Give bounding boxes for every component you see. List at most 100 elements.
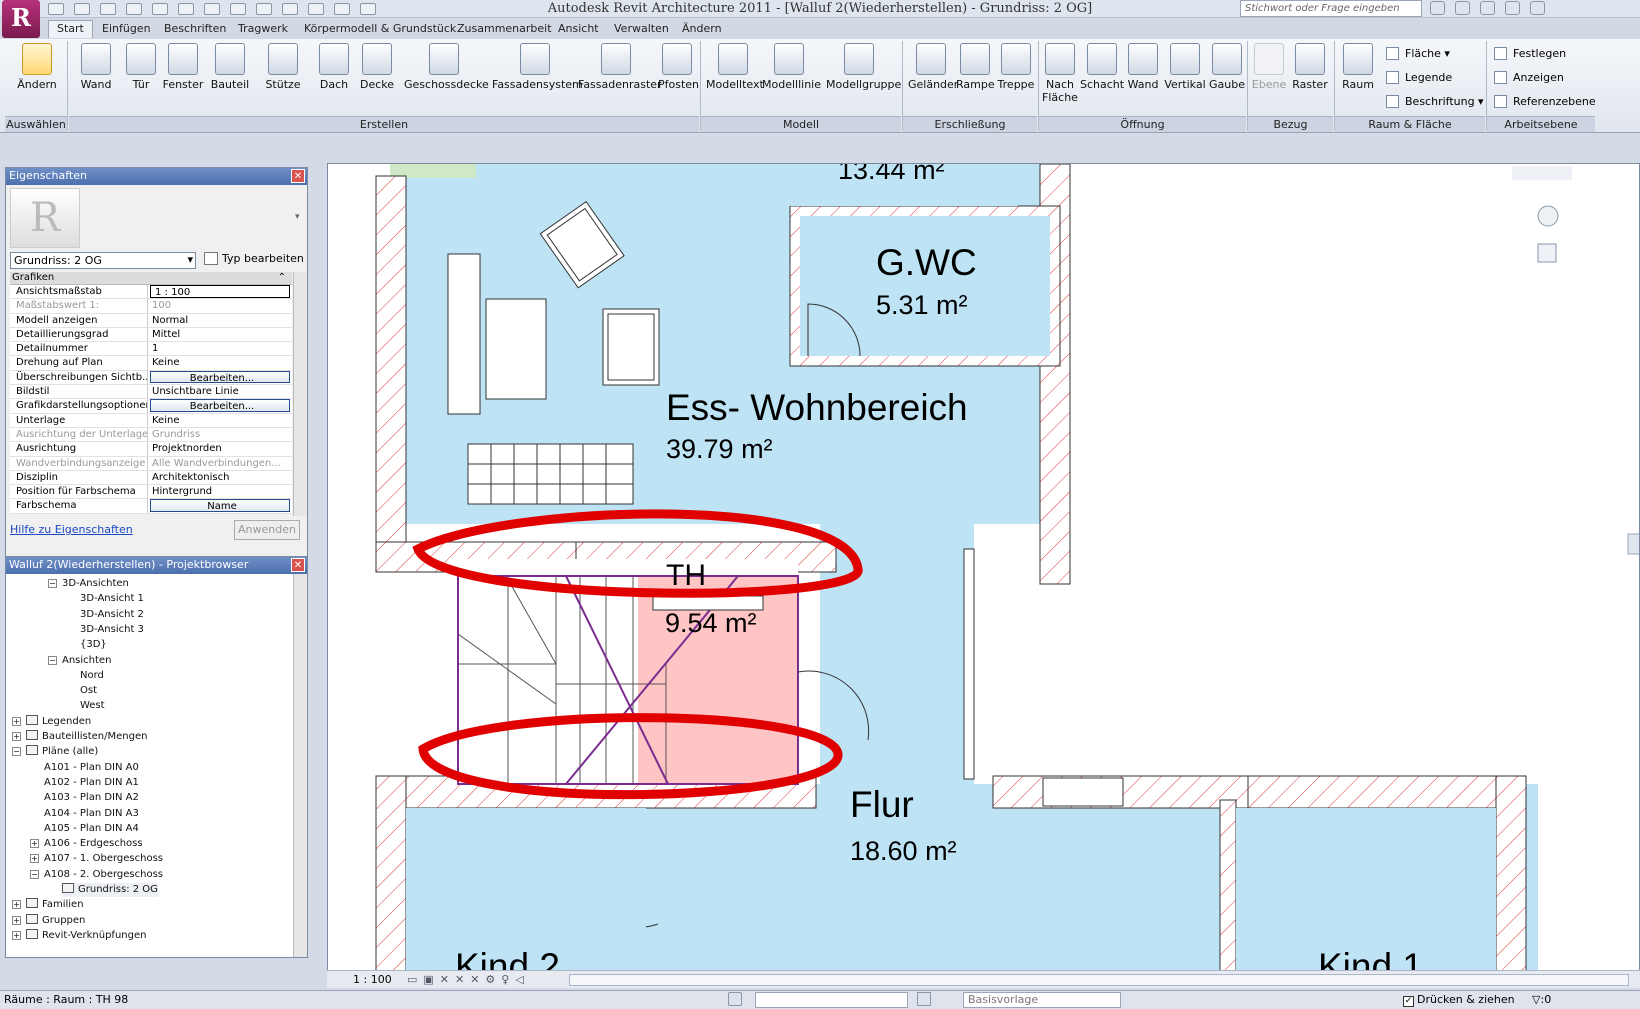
curtain-grid-button[interactable]: Fassadenraster: [578, 43, 662, 91]
property-row[interactable]: Unterlage Keine: [10, 413, 292, 428]
tree-item[interactable]: A102 - Plan DIN A1: [44, 776, 139, 790]
property-value[interactable]: Alle Wandverbindungen...: [148, 457, 292, 470]
model-line-button[interactable]: Modelllinie: [762, 43, 821, 91]
dimension-icon[interactable]: [178, 3, 194, 15]
checkbox-icon[interactable]: ✓: [1403, 996, 1414, 1007]
modify-button[interactable]: Ändern: [16, 43, 58, 91]
property-edit-button[interactable]: Bearbeiten...: [150, 399, 290, 412]
property-value[interactable]: 1: [148, 342, 292, 355]
property-row[interactable]: Ausrichtung der Unterlage Grundriss: [10, 427, 292, 443]
info-center[interactable]: [1430, 1, 1555, 18]
binoculars-icon[interactable]: [1430, 1, 1445, 15]
tree-item[interactable]: + Gruppen: [12, 913, 85, 928]
table[interactable]: [485, 298, 547, 400]
property-row[interactable]: Bildstil Unsichtbare Linie: [10, 385, 292, 400]
tree-item[interactable]: − Ansichten: [48, 654, 111, 668]
measure-icon[interactable]: [152, 3, 168, 15]
group-room-area[interactable]: Raum & Fläche: [1335, 116, 1485, 132]
collapse-icon[interactable]: −: [12, 747, 21, 757]
ceiling-button[interactable]: Decke: [358, 43, 396, 91]
room-gwc[interactable]: [800, 216, 1050, 356]
tab-beschriften[interactable]: Beschriften: [164, 22, 226, 35]
tree-item[interactable]: 3D-Ansicht 2: [80, 608, 144, 622]
tree-item[interactable]: + Familien: [12, 898, 84, 912]
component-button[interactable]: Bauteil: [210, 43, 250, 91]
show-workplane-button[interactable]: Anzeigen: [1494, 71, 1564, 84]
property-row[interactable]: Disziplin Architektonisch: [10, 470, 292, 486]
tab-einfuegen[interactable]: Einfügen: [102, 22, 151, 35]
chevron-down-icon[interactable]: ▾: [295, 212, 300, 222]
tag-room-button[interactable]: Beschriftung ▾: [1386, 95, 1484, 108]
property-value[interactable]: 1 : 100: [150, 285, 290, 299]
tree-item[interactable]: A104 - Plan DIN A3: [44, 807, 139, 821]
wall-corridor-south-2[interactable]: [1247, 775, 1504, 809]
horizontal-scrollbar[interactable]: [569, 974, 1629, 986]
property-value[interactable]: Mittel: [148, 328, 292, 341]
legend-button[interactable]: Legende: [1386, 71, 1452, 84]
switch-windows-icon[interactable]: [360, 3, 376, 15]
worksets-icon[interactable]: [728, 992, 742, 1006]
property-value[interactable]: Architektonisch: [148, 471, 292, 484]
tree-item[interactable]: − A108 - 2. Obergeschoss: [30, 868, 163, 882]
property-value[interactable]: 100: [148, 299, 292, 312]
model-group-button[interactable]: Modellgruppe: [826, 43, 901, 91]
tree-item[interactable]: + Legenden: [12, 714, 91, 729]
property-value[interactable]: Hintergrund: [148, 485, 292, 498]
tree-item[interactable]: A105 - Plan DIN A4: [44, 822, 139, 836]
expand-icon[interactable]: +: [30, 839, 39, 849]
dormer-button[interactable]: Gaube: [1208, 43, 1246, 91]
apply-button[interactable]: Anwenden: [234, 520, 300, 540]
close-hidden-icon[interactable]: [334, 3, 350, 15]
room-name-th[interactable]: TH: [666, 559, 706, 587]
property-row[interactable]: Wandverbindungsanzeige Alle Wandverbindun…: [10, 456, 292, 471]
browser-scrollbar[interactable]: [293, 574, 307, 957]
redo-icon[interactable]: [126, 3, 142, 15]
armchair[interactable]: [602, 308, 660, 386]
wall-east-lower[interactable]: [1495, 775, 1527, 973]
drawing-canvas[interactable]: 13.44 m² G.WC 5.31 m² Ess- Wohnbereich 3…: [327, 163, 1640, 973]
tree-item[interactable]: + Revit-Verknüpfungen: [12, 928, 146, 943]
design-option-dropdown[interactable]: Basisvorlage: [963, 992, 1121, 1008]
help-icon[interactable]: [1505, 1, 1520, 15]
design-options-icon[interactable]: [917, 992, 931, 1006]
grid-button[interactable]: Raster: [1290, 43, 1330, 91]
thin-lines-icon[interactable]: [308, 3, 324, 15]
stair-button[interactable]: Treppe: [996, 43, 1036, 91]
tree-item[interactable]: A103 - Plan DIN A2: [44, 791, 139, 805]
tree-item[interactable]: 3D-Ansicht 1: [80, 592, 144, 606]
wall-west[interactable]: [375, 175, 407, 557]
tab-ansicht[interactable]: Ansicht: [558, 22, 599, 35]
by-face-button[interactable]: Nach Fläche: [1042, 43, 1078, 104]
stair-top-grid[interactable]: [467, 443, 634, 505]
minimize-icon[interactable]: [1530, 1, 1545, 15]
sideboard[interactable]: [447, 253, 481, 415]
property-row[interactable]: Ansichtsmaßstab 1 : 100: [10, 285, 292, 300]
room-name-kind-2[interactable]: Kind 2: [455, 946, 560, 972]
tab-zusammenarbeit[interactable]: Zusammenarbeit: [457, 22, 552, 35]
tab-start[interactable]: Start: [48, 20, 93, 38]
expand-icon[interactable]: +: [12, 716, 21, 726]
property-value[interactable]: Normal: [148, 314, 292, 327]
room-name-flur[interactable]: Flur: [850, 784, 914, 826]
floor-button[interactable]: Geschossdecke: [404, 43, 489, 91]
room-area-ess-wohnbereich[interactable]: 39.79 m²: [666, 434, 773, 465]
corridor-partition[interactable]: [963, 548, 975, 780]
property-row[interactable]: Farbschema Name: [10, 499, 292, 514]
window-corridor[interactable]: [1042, 777, 1124, 807]
application-menu-button[interactable]: R: [2, 0, 40, 38]
property-row[interactable]: Detailnummer 1: [10, 342, 292, 357]
property-row[interactable]: Überschreibungen Sichtb... Bearbeiten...: [10, 370, 292, 386]
vertical-opening-button[interactable]: Vertikal: [1163, 43, 1207, 91]
mullion-button[interactable]: Pfosten: [658, 43, 699, 91]
properties-section-header[interactable]: Grafiken ⌃: [10, 272, 292, 285]
tree-item[interactable]: West: [80, 699, 105, 713]
column-button[interactable]: Stütze: [262, 43, 304, 91]
expand-icon[interactable]: +: [12, 915, 21, 925]
zoom-icon[interactable]: [1537, 243, 1557, 263]
tree-item[interactable]: {3D}: [80, 638, 107, 652]
shaft-button[interactable]: Schacht: [1080, 43, 1124, 91]
view-window-controls[interactable]: [1512, 166, 1572, 180]
tree-item[interactable]: + A106 - Erdgeschoss: [30, 837, 143, 851]
close-icon[interactable]: ✕: [291, 169, 305, 183]
tree-item-selected[interactable]: Grundriss: 2 OG: [62, 883, 158, 897]
